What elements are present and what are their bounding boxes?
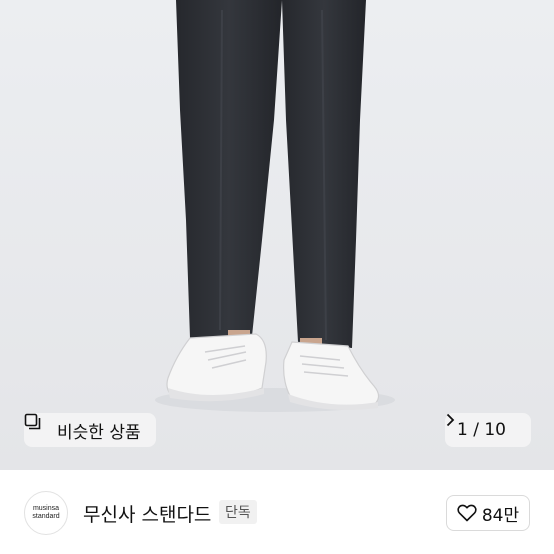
brand-logo[interactable]: musinsa standard	[24, 491, 68, 535]
product-image-carousel[interactable]: 비슷한 상품 1 / 10	[0, 0, 554, 470]
product-photo	[0, 0, 554, 470]
similar-products-icon	[24, 413, 52, 439]
exclusive-badge: 단독	[219, 500, 257, 524]
like-count: 84만	[481, 505, 520, 526]
heart-outline-icon	[457, 504, 477, 522]
brand-name[interactable]: 무신사 스탠다드	[83, 500, 211, 527]
like-button[interactable]: 84만	[446, 495, 530, 531]
brand-logo-line2: standard	[32, 513, 60, 520]
similar-products-label: 비슷한 상품	[57, 422, 141, 443]
similar-products-button[interactable]: 비슷한 상품	[24, 413, 156, 447]
brand-logo-line1: musinsa	[32, 504, 60, 512]
image-counter-button[interactable]: 1 / 10	[445, 413, 531, 447]
brand-row: musinsa standard 무신사 스탠다드 단독 84만	[0, 470, 554, 554]
image-counter: 1 / 10	[457, 420, 506, 440]
